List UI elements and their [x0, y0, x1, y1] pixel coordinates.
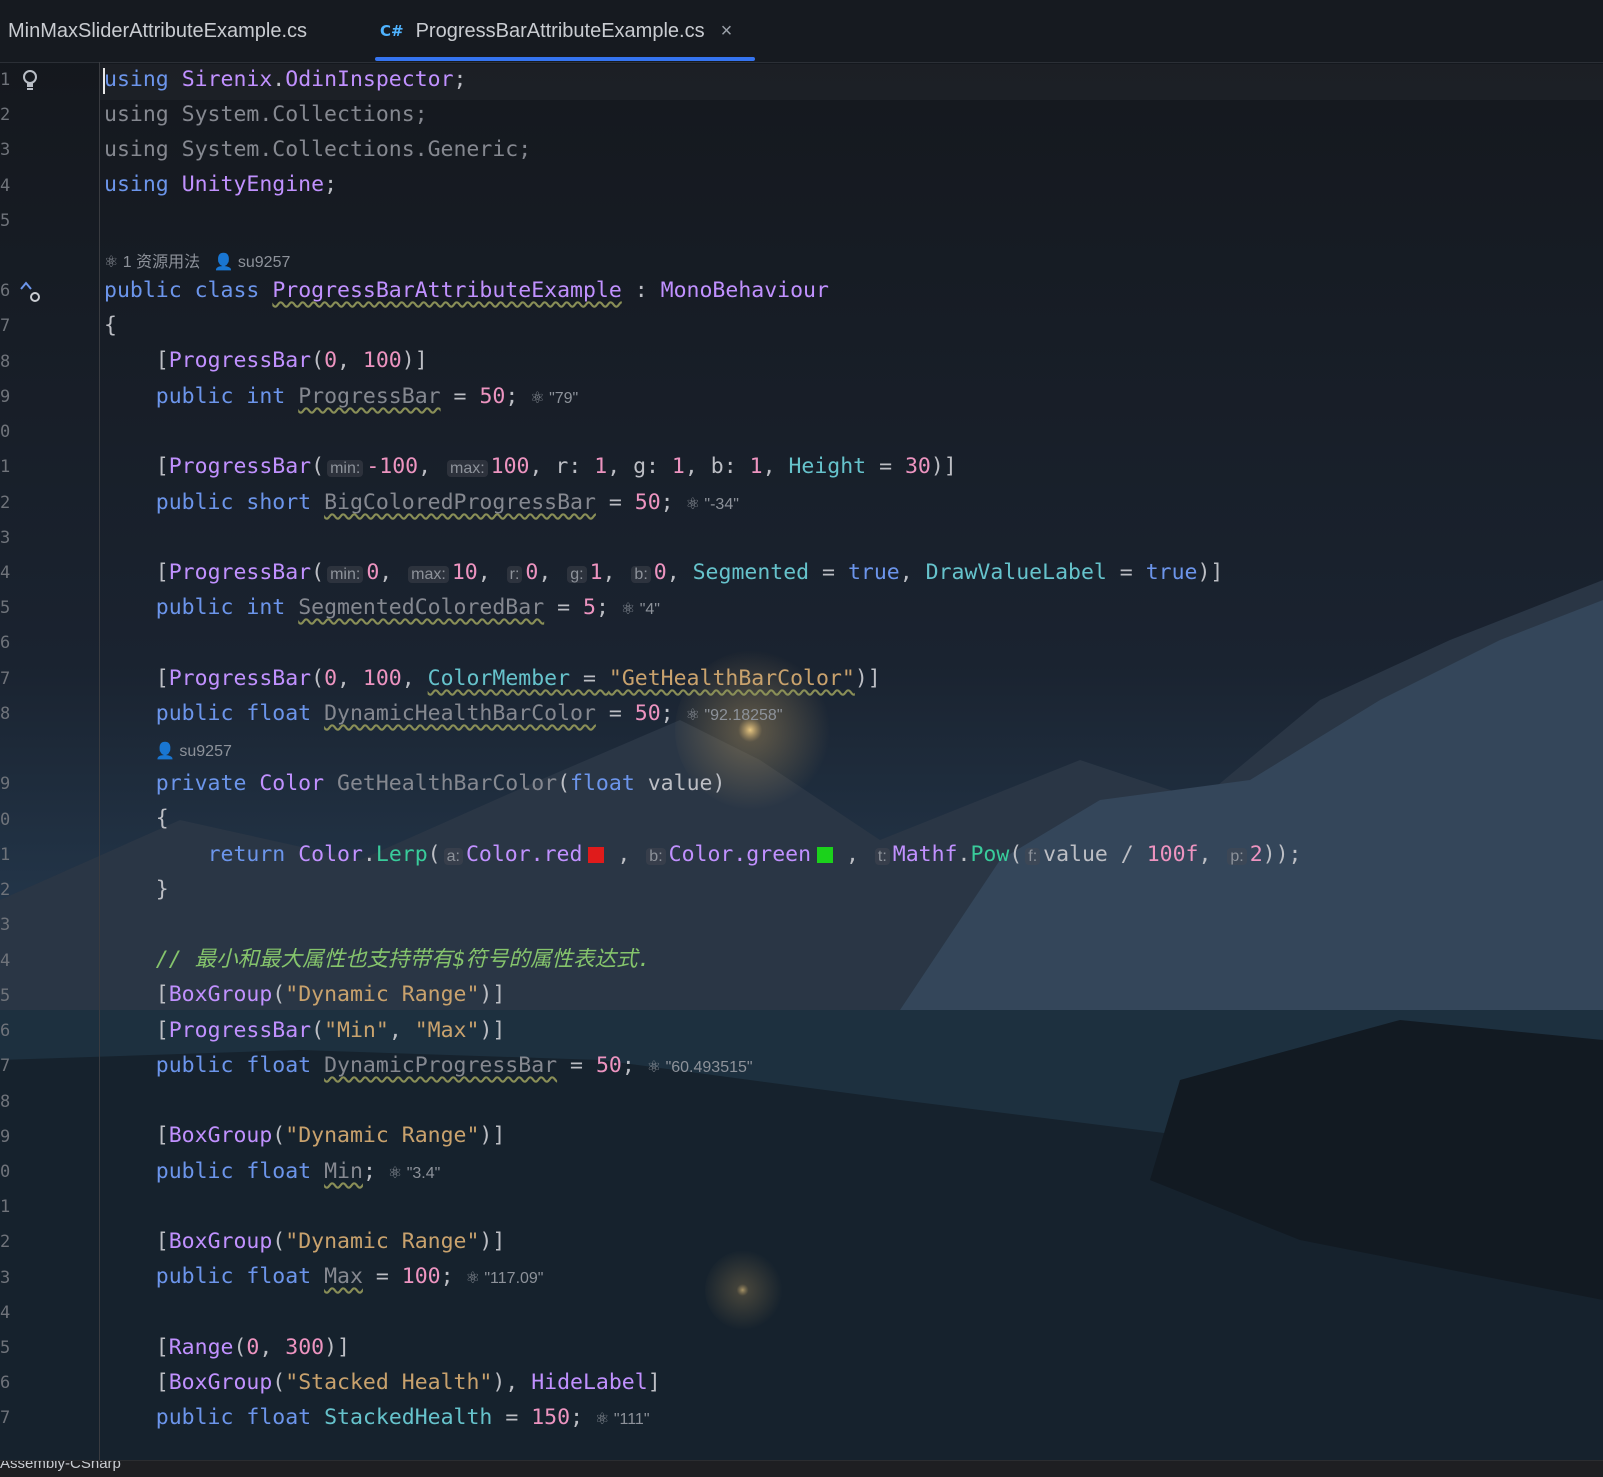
inline-value-hint: ⚛ "111" [595, 1411, 650, 1428]
line-number: 8 [0, 704, 11, 724]
line-number: 1 [0, 70, 11, 90]
code-line-24[interactable]: // 最小和最大属性也支持带有$符号的属性表达式. [104, 945, 651, 975]
code-line-1[interactable]: using Sirenix.OdinInspector; [104, 65, 466, 95]
inline-value-hint: ⚛ "60.493515" [646, 1059, 753, 1076]
code-line-29[interactable]: [BoxGroup("Dynamic Range")] [104, 1121, 506, 1151]
line-number: 5 [0, 211, 11, 231]
code-line-9[interactable]: public int ProgressBar = 50; ⚛ "79" [104, 382, 578, 412]
inline-value-hint: ⚛ "117.09" [465, 1270, 544, 1287]
code-line-3[interactable]: using System.Collections.Generic; [104, 135, 531, 165]
code-line-15[interactable]: public int SegmentedColoredBar = 5; ⚛ "4" [104, 593, 660, 623]
code-line-12[interactable]: public short BigColoredProgressBar = 50;… [104, 488, 739, 518]
line-number: 0 [0, 810, 11, 830]
line-number: 6 [0, 1021, 11, 1041]
code-line-4[interactable]: using UnityEngine; [104, 170, 337, 200]
line-number: 4 [0, 176, 11, 196]
line-number: 2 [0, 1232, 11, 1252]
line-number: 4 [0, 563, 11, 583]
line-number: 8 [0, 352, 11, 372]
code-line-7[interactable]: { [104, 311, 117, 341]
code-line-14[interactable]: [ProgressBar(min: 0, max: 10, r: 0, g: 1, b:… [104, 558, 1224, 588]
code-line-22[interactable]: } [104, 875, 169, 905]
code-line-17[interactable]: [ProgressBar(0, 100, ColorMember = "GetH… [104, 664, 881, 694]
tab-label: ProgressBarAttributeExample.cs [415, 19, 705, 42]
line-number: 6 [0, 281, 11, 301]
code-line-6[interactable]: public class ProgressBarAttributeExample… [104, 276, 829, 306]
tab-label: MinMaxSliderAttributeExample.cs [8, 19, 307, 42]
red-color-swatch[interactable] [588, 847, 605, 863]
inline-value-hint: ⚛ "-34" [685, 496, 739, 513]
code-line-36[interactable]: [BoxGroup("Stacked Health"), HideLabel] [104, 1368, 661, 1398]
line-number: 1 [0, 1197, 11, 1217]
line-number: 9 [0, 774, 11, 794]
code-line-35[interactable]: [Range(0, 300)] [104, 1333, 350, 1363]
line-number: 3 [0, 1268, 11, 1288]
code-line-11[interactable]: [ProgressBar(min: -100, max: 100, r: 1, g:… [104, 452, 957, 482]
editor-tab-bar: MinMaxSliderAttributeExample.cs C# Progr… [0, 0, 1603, 63]
line-number: 6 [0, 1373, 11, 1393]
inline-value-hint: ⚛ "92.18258" [685, 707, 783, 724]
inline-value-hint: ⚛ "3.4" [387, 1165, 441, 1182]
line-number: 6 [0, 633, 11, 653]
inline-value-hint: ⚛ "79" [530, 390, 579, 407]
code-line-18[interactable]: public float DynamicHealthBarColor = 50;… [104, 699, 783, 729]
close-tab-icon[interactable]: × [721, 20, 733, 43]
line-number: 0 [0, 1162, 11, 1182]
line-number: 7 [0, 316, 11, 336]
line-number: 8 [0, 1092, 11, 1112]
line-number: 3 [0, 528, 11, 548]
code-line-30[interactable]: public float Min; ⚛ "3.4" [104, 1157, 441, 1187]
line-number: 7 [0, 1408, 11, 1428]
code-line-21[interactable]: return Color.Lerp(a: Color.red , b: Color.… [104, 840, 1302, 870]
code-line-27[interactable]: public float DynamicProgressBar = 50; ⚛ "… [104, 1051, 753, 1081]
line-number: 9 [0, 1127, 11, 1147]
code-line-32[interactable]: [BoxGroup("Dynamic Range")] [104, 1227, 506, 1257]
code-line-26[interactable]: [ProgressBar("Min", "Max")] [104, 1016, 506, 1046]
inline-value-hint: ⚛ "4" [620, 601, 660, 618]
line-number: 2 [0, 880, 11, 900]
gutter-divider [99, 62, 100, 1460]
status-bar: Assembly-CSharp [0, 1460, 1603, 1477]
code-line-37[interactable]: public float StackedHealth = 150; ⚛ "111" [104, 1403, 650, 1433]
line-number: 4 [0, 1303, 11, 1323]
line-number: 5 [0, 1338, 11, 1358]
code-line-33[interactable]: public float Max = 100; ⚛ "117.09" [104, 1262, 544, 1292]
implementing-class-icon[interactable] [18, 280, 42, 311]
line-number: 5 [0, 986, 11, 1006]
line-number: 0 [0, 422, 11, 442]
tab-minmaxslider[interactable]: MinMaxSliderAttributeExample.cs [8, 0, 307, 62]
csharp-file-icon: C# [380, 22, 404, 40]
author-icon: 👤 [155, 743, 175, 760]
line-number: 7 [0, 669, 11, 689]
unity-usage-icon: ⚛ [104, 254, 119, 271]
line-number: 4 [0, 951, 11, 971]
tab-progressbar[interactable]: C# ProgressBarAttributeExample.cs × [380, 0, 732, 62]
code-line-20[interactable]: { [104, 804, 169, 834]
line-number: 9 [0, 387, 11, 407]
line-number: 5 [0, 598, 11, 618]
line-number: 7 [0, 1056, 11, 1076]
line-number: 1 [0, 845, 11, 865]
line-number: 3 [0, 915, 11, 935]
lightbulb-icon[interactable] [20, 68, 40, 97]
code-line-8[interactable]: [ProgressBar(0, 100)] [104, 346, 428, 376]
line-number: 2 [0, 493, 11, 513]
code-line-25[interactable]: [BoxGroup("Dynamic Range")] [104, 980, 506, 1010]
line-number: 1 [0, 457, 11, 477]
code-line-2[interactable]: using System.Collections; [104, 100, 428, 130]
author-icon: 👤 [213, 254, 234, 271]
active-tab-indicator [375, 57, 755, 61]
code-line-19[interactable]: private Color GetHealthBarColor(float va… [104, 769, 726, 799]
green-color-swatch[interactable] [817, 847, 834, 863]
code-lens-class[interactable]: ⚛ 1 资源用法 👤 su9257 [104, 248, 290, 272]
status-assembly[interactable]: Assembly-CSharp [0, 1461, 121, 1472]
code-lens-method[interactable]: 👤 su9257 [155, 741, 232, 761]
line-number: 3 [0, 140, 11, 160]
line-number: 2 [0, 105, 11, 125]
